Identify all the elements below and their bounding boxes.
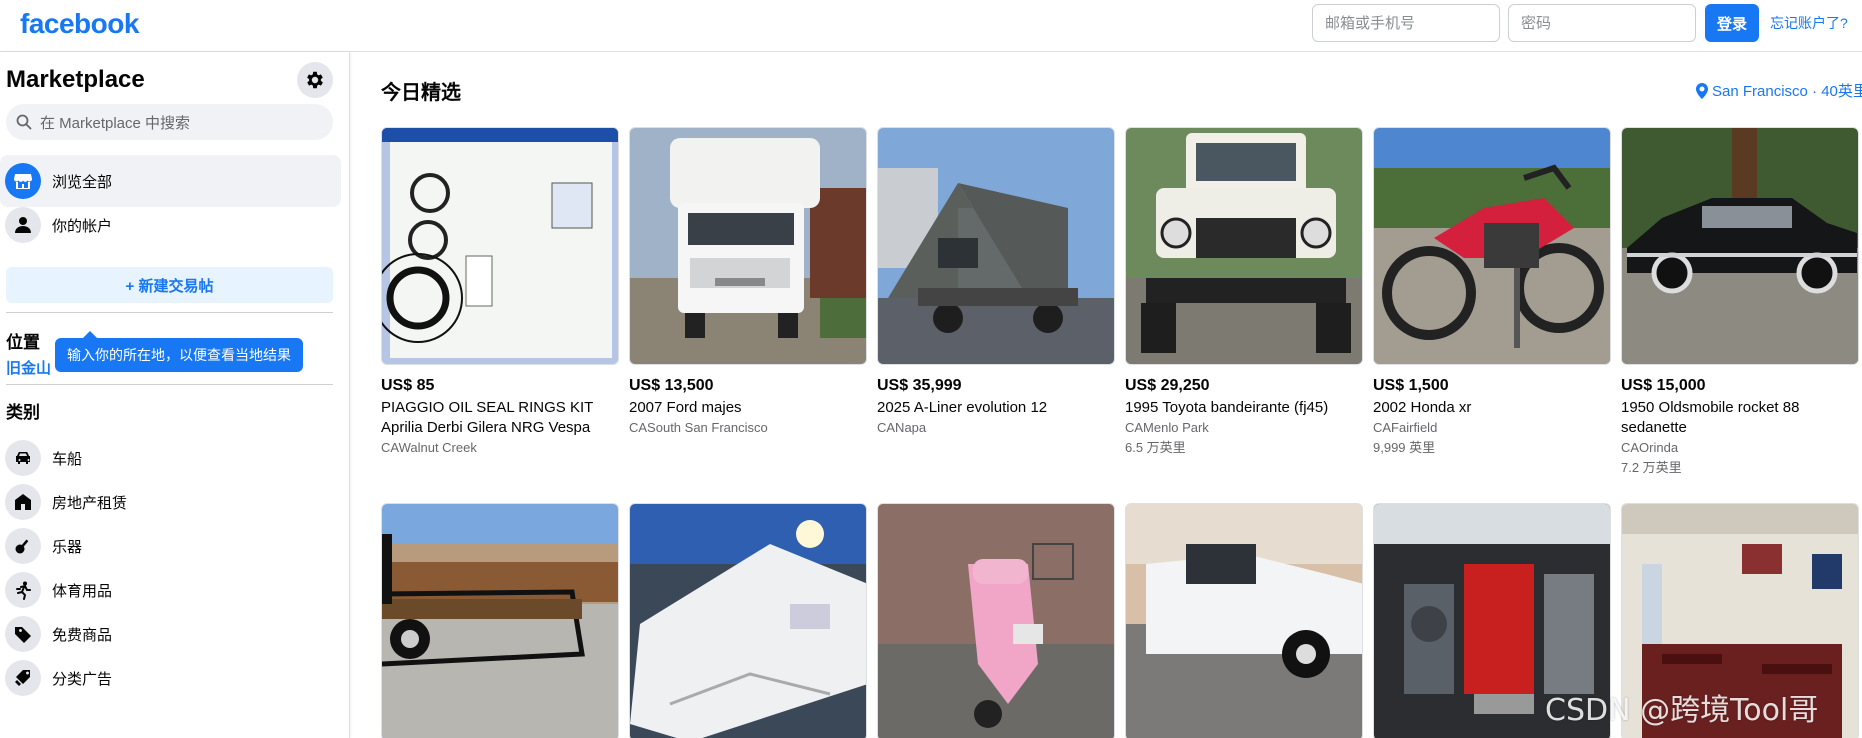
- listing-price: US$ 35,999: [877, 377, 962, 394]
- nav-your-account-label: 你的帐户: [52, 217, 113, 235]
- guitar-icon: [5, 528, 41, 564]
- email-field[interactable]: [1312, 4, 1500, 42]
- listing-card[interactable]: [381, 503, 619, 738]
- top-bar: facebook 登录 忘记账户了?: [0, 0, 1862, 52]
- car-icon: [5, 440, 41, 476]
- listing-card[interactable]: US$ 35,999 2025 A-Liner evolution 12 CAN…: [877, 127, 1115, 435]
- create-listing-button[interactable]: + 新建交易帖: [6, 267, 333, 303]
- listing-photo: [629, 503, 867, 738]
- listing-location: CAMenlo Park: [1125, 420, 1209, 435]
- listing-photo: [1125, 127, 1363, 365]
- listing-photo: [1373, 127, 1611, 365]
- listing-title: 1995 Toyota bandeirante (fj45): [1125, 399, 1329, 416]
- listing-photo: [1621, 127, 1859, 365]
- listing-photo: [629, 127, 867, 365]
- nav-browse-all-label: 浏览全部: [52, 173, 113, 191]
- categories-heading: 类别: [6, 403, 40, 422]
- category-label: 免费商品: [52, 626, 113, 644]
- location-heading: 位置: [6, 333, 40, 352]
- category-classifieds[interactable]: 分类广告: [0, 652, 341, 704]
- listing-photo: [1125, 503, 1363, 738]
- listing-price: US$ 85: [381, 377, 435, 394]
- category-label: 车船: [52, 450, 83, 468]
- listing-mileage: 9,999 英里: [1373, 440, 1436, 455]
- listing-location: CASouth San Francisco: [629, 420, 768, 435]
- listing-location: CAOrinda: [1621, 440, 1679, 455]
- category-label: 房地产租赁: [52, 494, 128, 512]
- password-field[interactable]: [1508, 4, 1696, 42]
- page-title: 今日精选: [381, 82, 461, 104]
- listing-price: US$ 15,000: [1621, 377, 1706, 394]
- location-filter-label: San Francisco · 40英里: [1712, 83, 1862, 100]
- listing-photo: [381, 127, 619, 365]
- listing-mileage: 7.2 万英里: [1621, 460, 1682, 475]
- location-tooltip: 输入你的所在地，以便查看当地结果: [55, 331, 303, 372]
- listing-location: CAWalnut Creek: [381, 440, 477, 455]
- listing-card[interactable]: US$ 1,500 2002 Honda xr CAFairfield 9,99…: [1373, 127, 1611, 456]
- nav-your-account[interactable]: 你的帐户: [0, 199, 341, 251]
- location-pin-icon: [1696, 82, 1708, 99]
- listing-title: 2002 Honda xr: [1373, 399, 1472, 416]
- watermark: CSDN @跨境Tool哥: [1545, 693, 1819, 728]
- listing-title: PIAGGIO OIL SEAL RINGS KIT Aprilia Derbi…: [381, 399, 594, 436]
- storefront-icon: [5, 163, 41, 199]
- search-input[interactable]: 在 Marketplace 中搜索: [6, 104, 333, 140]
- divider: [6, 312, 333, 313]
- listing-card[interactable]: [629, 503, 867, 738]
- search-placeholder: 在 Marketplace 中搜索: [40, 114, 191, 132]
- listing-title: 2007 Ford majes: [629, 399, 742, 416]
- listing-card[interactable]: US$ 13,500 2007 Ford majes CASouth San F…: [629, 127, 867, 435]
- location-filter[interactable]: San Francisco · 40英里: [1696, 80, 1862, 101]
- listing-price: US$ 1,500: [1373, 377, 1449, 394]
- settings-button[interactable]: [297, 62, 333, 98]
- house-icon: [5, 484, 41, 520]
- listing-photo: [877, 503, 1115, 738]
- facebook-logo[interactable]: facebook: [20, 8, 139, 40]
- listing-location: CANapa: [877, 420, 927, 435]
- divider: [6, 384, 333, 385]
- listing-price: US$ 29,250: [1125, 377, 1210, 394]
- listing-price: US$ 13,500: [629, 377, 714, 394]
- category-label: 体育用品: [52, 582, 113, 600]
- listing-card[interactable]: US$ 15,000 1950 Oldsmobile rocket 88 sed…: [1621, 127, 1859, 476]
- listing-card[interactable]: US$ 85 PIAGGIO OIL SEAL RINGS KIT Aprili…: [381, 127, 619, 455]
- listing-mileage: 6.5 万英里: [1125, 440, 1186, 455]
- login-button[interactable]: 登录: [1705, 4, 1759, 42]
- forgot-account-link[interactable]: 忘记账户了?: [1770, 13, 1848, 33]
- listing-title: 1950 Oldsmobile rocket 88 sedanette: [1621, 399, 1800, 436]
- listing-photo: [381, 503, 619, 738]
- listing-title: 2025 A-Liner evolution 12: [877, 399, 1048, 416]
- listing-photo: [877, 127, 1115, 365]
- location-link[interactable]: 旧金山: [6, 357, 51, 378]
- listing-location: CAFairfield: [1373, 420, 1438, 435]
- listing-card[interactable]: [1125, 503, 1363, 738]
- search-icon: [16, 114, 32, 130]
- listing-card[interactable]: [877, 503, 1115, 738]
- sidebar: Marketplace 在 Marketplace 中搜索 浏览全部 你的帐户 …: [0, 52, 350, 738]
- runner-icon: [5, 572, 41, 608]
- gear-icon: [307, 71, 323, 89]
- category-label: 乐器: [52, 538, 83, 556]
- category-label: 分类广告: [52, 670, 113, 688]
- sidebar-title: Marketplace: [6, 66, 145, 93]
- ticket-icon: [5, 660, 41, 696]
- listing-card[interactable]: US$ 29,250 1995 Toyota bandeirante (fj45…: [1125, 127, 1363, 456]
- person-icon: [5, 207, 41, 243]
- tag-icon: [5, 616, 41, 652]
